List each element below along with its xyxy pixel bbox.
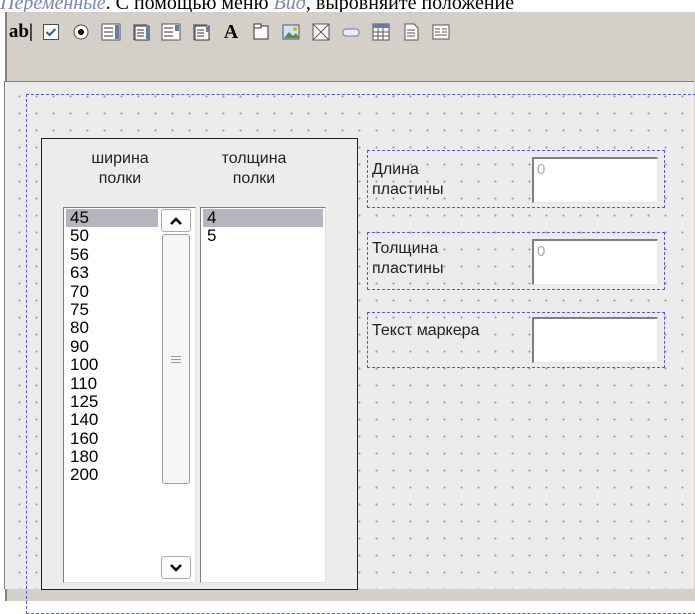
- image-tool-icon: [282, 24, 300, 40]
- list-item[interactable]: 50: [66, 227, 158, 245]
- placeholder-tool-button[interactable]: [307, 18, 335, 46]
- listbox-variant-tool-button[interactable]: [127, 18, 155, 46]
- plate-length-control[interactable]: Длина пластины 0: [367, 150, 665, 208]
- listbox-variant-tool-icon: [133, 24, 150, 41]
- checkbox-tool-icon: [43, 24, 59, 40]
- shelf-thickness-items: 4 5: [203, 208, 323, 246]
- shelf-width-heading: ширина полки: [91, 150, 149, 187]
- label-tool-icon: A: [223, 20, 239, 43]
- chevron-up-icon: [170, 216, 182, 225]
- shelf-thickness-listbox[interactable]: 4 5: [200, 207, 326, 583]
- table-tool-icon: [372, 23, 390, 41]
- subform-tool-icon: [432, 24, 450, 40]
- image-tool-button[interactable]: [277, 18, 305, 46]
- combobox-variant-tool-button[interactable]: [187, 18, 215, 46]
- listbox-tool-icon: [101, 23, 121, 41]
- list-item[interactable]: 63: [66, 263, 158, 282]
- plate-thickness-control[interactable]: Толщина пластины 0: [367, 232, 665, 290]
- radio-tool-icon: [73, 24, 89, 40]
- shelf-thickness-heading: толщина полки: [221, 150, 287, 187]
- list-item[interactable]: 90: [66, 337, 158, 356]
- list-item[interactable]: 45: [66, 208, 158, 228]
- scroll-up-button[interactable]: [161, 209, 191, 232]
- control-toolbar: ab| A: [7, 14, 695, 50]
- list-item[interactable]: 200: [66, 466, 158, 484]
- listbox-tool-button[interactable]: [97, 18, 125, 46]
- list-item[interactable]: 5: [203, 227, 323, 245]
- shelf-width-items: 45 50 56 63 70 75 80 90 100 110 125 140 …: [66, 208, 158, 485]
- combobox-tool-icon: [161, 23, 181, 41]
- list-item[interactable]: 125: [66, 392, 158, 411]
- checkbox-tool-button[interactable]: [37, 18, 65, 46]
- shelf-width-scrollbar[interactable]: [160, 208, 193, 580]
- subform-tool-button[interactable]: [427, 18, 455, 46]
- button-tool-icon: [342, 28, 360, 37]
- plate-length-field[interactable]: 0: [532, 157, 658, 203]
- plate-thickness-field[interactable]: 0: [532, 239, 658, 285]
- placeholder-tool-icon: [312, 23, 330, 41]
- shelf-width-listbox[interactable]: 45 50 56 63 70 75 80 90 100 110 125 140 …: [63, 207, 196, 583]
- button-tool-button[interactable]: [337, 18, 365, 46]
- list-item[interactable]: 110: [66, 374, 158, 393]
- plate-thickness-label: Толщина пластины: [372, 240, 444, 277]
- list-item[interactable]: 100: [66, 355, 158, 374]
- list-item[interactable]: 70: [66, 282, 158, 301]
- list-item[interactable]: 180: [66, 447, 158, 466]
- list-item[interactable]: 160: [66, 429, 158, 448]
- textbox-tool-button[interactable]: ab|: [7, 18, 35, 46]
- frame-tool-button[interactable]: [247, 18, 275, 46]
- marker-text-field[interactable]: [532, 317, 658, 363]
- scroll-thumb[interactable]: [162, 234, 190, 484]
- list-item[interactable]: 80: [66, 319, 158, 337]
- textbox-tool-icon: ab|: [8, 21, 34, 42]
- shelf-list-group[interactable]: ширина полки толщина полки 45 50 56 63 7…: [41, 138, 358, 590]
- document-tool-icon: [404, 23, 419, 41]
- marker-text-label: Текст маркера: [372, 322, 480, 339]
- frame-tool-icon: [253, 23, 269, 40]
- list-item[interactable]: 140: [66, 411, 158, 429]
- scroll-down-button[interactable]: [161, 556, 191, 579]
- combobox-tool-button[interactable]: [157, 18, 185, 46]
- table-tool-button[interactable]: [367, 18, 395, 46]
- marker-text-control[interactable]: Текст маркера: [367, 312, 665, 368]
- list-item[interactable]: 56: [66, 245, 158, 264]
- document-tool-button[interactable]: [397, 18, 425, 46]
- combobox-variant-tool-icon: [193, 24, 210, 41]
- list-item[interactable]: 75: [66, 300, 158, 319]
- chevron-down-icon: [170, 563, 182, 572]
- radio-tool-button[interactable]: [67, 18, 95, 46]
- list-item[interactable]: 4: [203, 208, 323, 228]
- label-tool-button[interactable]: A: [217, 18, 245, 46]
- plate-length-label: Длина пластины: [372, 161, 444, 198]
